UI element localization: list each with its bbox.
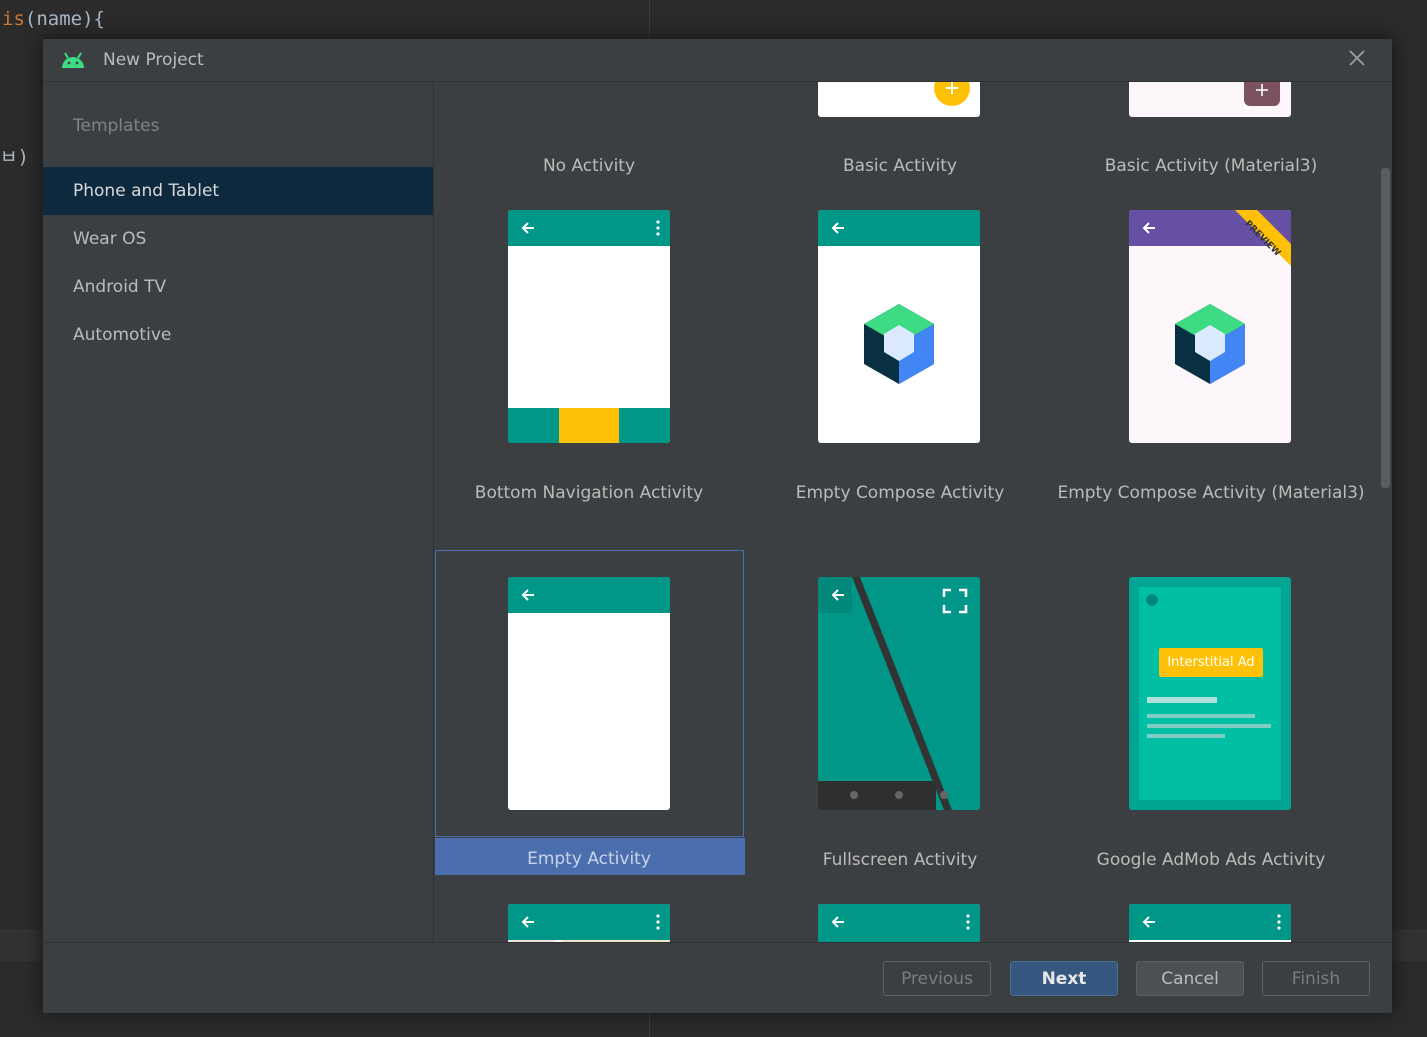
template-thumb-bottom-navigation-activity[interactable]: [508, 210, 670, 443]
previous-button[interactable]: Previous: [883, 961, 991, 996]
bottom-nav-selected-item: [559, 408, 619, 443]
template-thumb-google-admob-ads-activity[interactable]: Interstitial Ad: [1129, 577, 1291, 810]
code-line-2: ㅂ): [0, 146, 29, 168]
interstitial-ad-badge: Interstitial Ad: [1159, 648, 1263, 677]
preview-ribbon: PREVIEW: [1235, 210, 1291, 266]
jetpack-compose-logo-icon: [864, 304, 934, 384]
template-category-sidebar: Templates Phone and Tablet Wear OS Andro…: [43, 82, 434, 942]
template-thumb-fullscreen-activity[interactable]: [818, 577, 980, 810]
template-label-google-admob-ads-activity[interactable]: Google AdMob Ads Activity: [1056, 850, 1366, 870]
sidebar-item-wear-os[interactable]: Wear OS: [43, 215, 433, 263]
back-arrow-icon: [521, 222, 534, 234]
back-arrow-icon: [521, 916, 534, 928]
app-bar: [508, 577, 670, 613]
app-bar: [1129, 904, 1291, 940]
template-thumb-navigation-drawer-activity[interactable]: [818, 904, 980, 942]
placeholder-line: [1147, 714, 1255, 718]
template-label-empty-activity[interactable]: Empty Activity: [434, 849, 744, 869]
template-label-basic-activity[interactable]: Basic Activity: [745, 156, 1055, 176]
dialog-footer: Previous Next Cancel Finish: [43, 942, 1392, 1013]
template-thumb-empty-compose-activity[interactable]: [818, 210, 980, 443]
dialog-titlebar: New Project: [43, 39, 1392, 82]
app-bar: [818, 210, 980, 246]
back-arrow-icon: [831, 222, 844, 234]
sidebar-heading: Templates: [73, 116, 160, 136]
fab-add-icon: [934, 82, 970, 106]
overflow-menu-icon: [1277, 914, 1281, 930]
sidebar-item-phone-and-tablet[interactable]: Phone and Tablet: [43, 167, 433, 215]
template-thumb-basic-activity-material3[interactable]: [1129, 82, 1291, 117]
status-dot: [1146, 594, 1158, 606]
back-arrow-icon: [521, 589, 534, 601]
code-keyword: is: [2, 8, 25, 30]
back-arrow-icon: [831, 589, 844, 601]
code-line-1: is(name){: [2, 8, 105, 30]
new-project-dialog: New Project Templates Phone and Tablet W…: [43, 39, 1392, 1013]
overflow-menu-icon: [656, 914, 660, 930]
back-arrow-icon: [831, 916, 844, 928]
bottom-navigation-bar: [508, 408, 670, 443]
template-label-fullscreen-activity[interactable]: Fullscreen Activity: [745, 850, 1055, 870]
template-label-empty-compose-activity-material3[interactable]: Empty Compose Activity (Material3): [1056, 483, 1366, 503]
overflow-menu-icon: [656, 220, 660, 236]
next-button[interactable]: Next: [1010, 961, 1118, 996]
close-icon[interactable]: [1346, 47, 1368, 69]
placeholder-line: [1147, 697, 1217, 703]
back-arrow-icon: [1142, 222, 1155, 234]
app-bar: [508, 904, 670, 940]
jetpack-compose-logo-icon: [1175, 304, 1245, 384]
template-label-empty-compose-activity[interactable]: Empty Compose Activity: [745, 483, 1055, 503]
sidebar-item-android-tv[interactable]: Android TV: [43, 263, 433, 311]
fab-add-icon: [1244, 82, 1280, 106]
fullscreen-icon: [942, 588, 968, 614]
template-thumb-maps-activity[interactable]: [508, 904, 670, 942]
overflow-menu-icon: [966, 914, 970, 930]
template-gallery: No Activity Basic Activity Basic Activit…: [434, 82, 1392, 942]
back-arrow-icon: [1142, 916, 1155, 928]
app-bar: [818, 904, 980, 942]
sidebar-item-automotive[interactable]: Automotive: [43, 311, 433, 359]
template-label-no-activity[interactable]: No Activity: [434, 156, 744, 176]
template-label-basic-activity-material3[interactable]: Basic Activity (Material3): [1056, 156, 1366, 176]
dialog-title: New Project: [103, 50, 204, 70]
android-icon: [62, 52, 84, 68]
template-label-bottom-navigation-activity[interactable]: Bottom Navigation Activity: [434, 483, 744, 503]
template-thumb-empty-compose-activity-material3[interactable]: PREVIEW: [1129, 210, 1291, 443]
app-bar: [508, 210, 670, 246]
finish-button[interactable]: Finish: [1262, 961, 1370, 996]
placeholder-line: [1147, 734, 1225, 738]
gallery-scrollbar[interactable]: [1381, 168, 1390, 488]
code-text: (name){: [24, 8, 105, 30]
cancel-button[interactable]: Cancel: [1136, 961, 1244, 996]
placeholder-line: [1147, 724, 1271, 728]
template-thumb-empty-activity[interactable]: [508, 577, 670, 810]
interstitial-card: Interstitial Ad: [1139, 587, 1281, 800]
template-thumb-basic-activity[interactable]: [818, 82, 980, 117]
template-thumb-primary-detail-flow[interactable]: [1129, 904, 1291, 942]
